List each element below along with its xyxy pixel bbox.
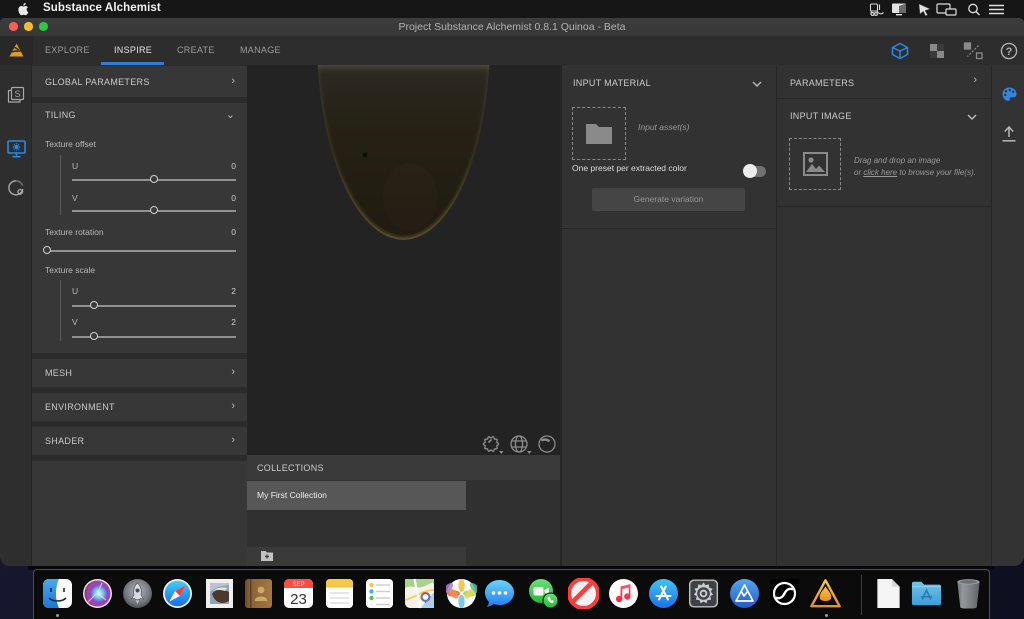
svg-text:23: 23 [290,591,307,608]
svg-text:S: S [14,89,20,99]
svg-text:?: ? [1006,46,1013,58]
svg-text:SEP: SEP [292,582,304,588]
